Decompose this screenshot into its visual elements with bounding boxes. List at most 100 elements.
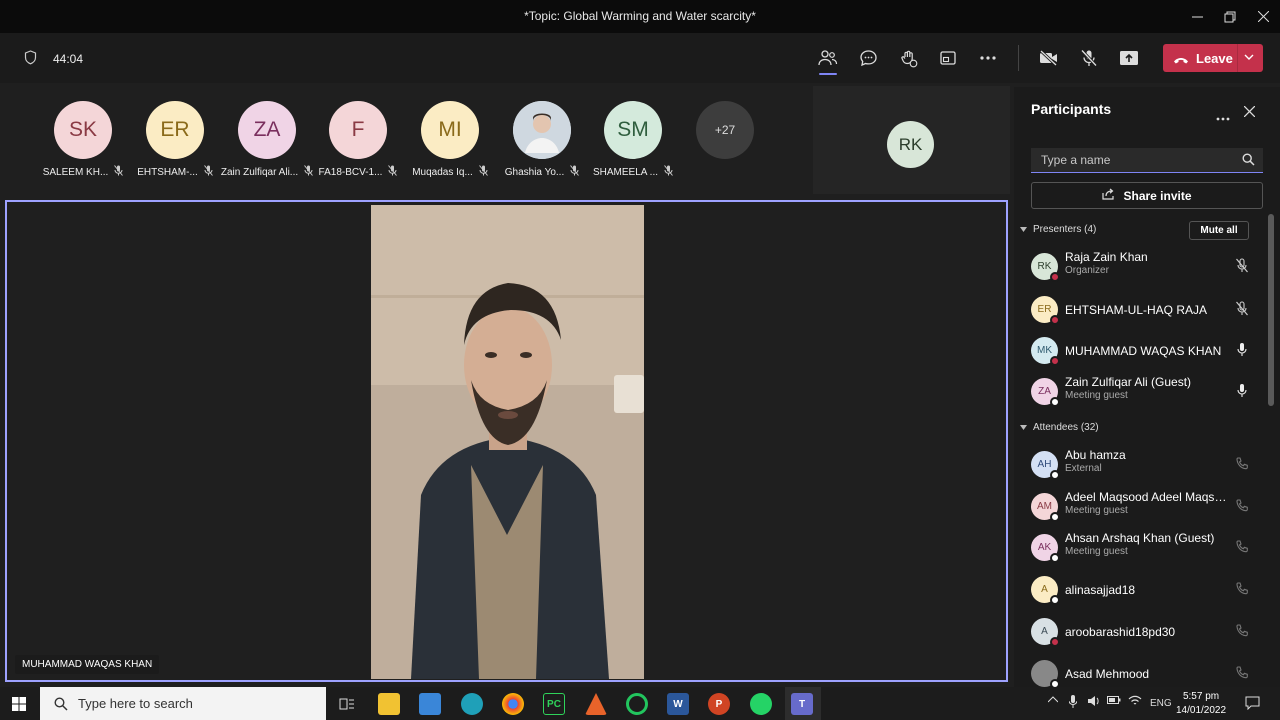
participant-initials: AM bbox=[1037, 501, 1052, 512]
search-icon bbox=[1242, 153, 1255, 171]
participants-button[interactable] bbox=[813, 43, 843, 75]
participant-row[interactable]: RK Raja Zain Khan Organizer bbox=[1031, 246, 1261, 284]
phone-call-icon[interactable] bbox=[1235, 498, 1249, 518]
participant-row[interactable]: ER EHTSHAM-UL-HAQ RAJA bbox=[1031, 289, 1261, 327]
leave-label: Leave bbox=[1196, 50, 1233, 66]
phone-call-icon[interactable] bbox=[1235, 665, 1249, 685]
battery-icon[interactable] bbox=[1107, 695, 1121, 708]
share-screen-button[interactable] bbox=[1114, 43, 1144, 73]
participant-name: Adeel Maqsood Adeel Maqso... bbox=[1065, 490, 1229, 504]
panel-scrollbar[interactable] bbox=[1268, 214, 1274, 406]
language-indicator[interactable]: ENG bbox=[1150, 698, 1172, 709]
gallery-tile[interactable]: SK SALEEM KH... bbox=[38, 101, 128, 179]
mic-muted-icon bbox=[570, 165, 580, 179]
microphone-tray-icon[interactable] bbox=[1068, 695, 1078, 711]
mic-muted-icon[interactable] bbox=[1235, 258, 1249, 278]
leave-divider bbox=[1237, 44, 1238, 72]
maximize-button[interactable] bbox=[1213, 0, 1247, 33]
notifications-icon[interactable] bbox=[1245, 696, 1260, 713]
taskbar-search-box[interactable]: Type here to search bbox=[40, 687, 326, 720]
participants-panel: Participants Type a name Share invite Pr… bbox=[1014, 87, 1280, 689]
reactions-button[interactable] bbox=[893, 43, 923, 73]
mic-muted-icon bbox=[478, 165, 488, 179]
presence-status-dot bbox=[1050, 595, 1060, 605]
mic-icon[interactable] bbox=[1235, 383, 1249, 403]
whatsapp-icon[interactable] bbox=[750, 693, 772, 715]
mic-muted-icon[interactable] bbox=[1235, 301, 1249, 321]
edge-browser-icon[interactable] bbox=[461, 693, 483, 715]
participant-row[interactable]: AM Adeel Maqsood Adeel Maqso... Meeting gu… bbox=[1031, 486, 1261, 524]
chevron-down-icon[interactable] bbox=[1243, 51, 1255, 66]
gallery-tile[interactable]: SM SHAMEELA ... bbox=[588, 101, 678, 179]
task-view-icon[interactable] bbox=[336, 693, 358, 715]
participant-row[interactable]: Aaroobarashid18pd30 bbox=[1031, 611, 1261, 649]
panel-more-icon[interactable] bbox=[1216, 108, 1230, 126]
volume-icon[interactable] bbox=[1087, 695, 1101, 710]
participant-row[interactable]: ZA Zain Zulfiqar Ali (Guest) Meeting guest bbox=[1031, 371, 1261, 409]
tray-chevron-up-icon[interactable] bbox=[1047, 695, 1059, 706]
mute-all-button[interactable]: Mute all bbox=[1189, 221, 1249, 240]
self-view-tile: RK bbox=[813, 86, 1010, 194]
share-icon bbox=[1102, 188, 1115, 203]
windows-start-icon[interactable] bbox=[12, 697, 26, 716]
participant-row[interactable]: Asad Mehmood bbox=[1031, 653, 1261, 691]
more-participants-tile[interactable]: +27 bbox=[696, 101, 754, 159]
phone-call-icon[interactable] bbox=[1235, 623, 1249, 643]
participant-row[interactable]: MK MUHAMMAD WAQAS KHAN bbox=[1031, 330, 1261, 368]
mic-icon[interactable] bbox=[1235, 342, 1249, 362]
participant-initials: A bbox=[1041, 584, 1048, 595]
camera-off-button[interactable] bbox=[1034, 43, 1064, 73]
presence-status-dot bbox=[1050, 272, 1060, 282]
clock-date: 14/01/2022 bbox=[1176, 705, 1227, 716]
file-explorer-icon[interactable] bbox=[378, 693, 400, 715]
caret-down-icon bbox=[1020, 227, 1027, 232]
mic-muted-icon bbox=[203, 165, 213, 179]
close-window-button[interactable] bbox=[1246, 0, 1280, 33]
phone-call-icon[interactable] bbox=[1235, 456, 1249, 476]
gallery-tile[interactable]: F FA18-BCV-1... bbox=[313, 101, 403, 179]
gallery-avatar: MI bbox=[421, 101, 479, 159]
taskbar-search-placeholder: Type here to search bbox=[78, 696, 193, 711]
participant-name: Asad Mehmood bbox=[1065, 667, 1150, 681]
phone-call-icon[interactable] bbox=[1235, 539, 1249, 559]
participant-avatar: A bbox=[1031, 618, 1060, 647]
microsoft-store-icon[interactable] bbox=[419, 693, 441, 715]
participant-name: alinasajjad18 bbox=[1065, 583, 1136, 597]
participant-name: aroobarashid18pd30 bbox=[1065, 625, 1176, 639]
taskbar-clock[interactable]: 5:57 pm 14/01/2022 bbox=[1176, 690, 1226, 718]
word-icon[interactable]: W bbox=[667, 693, 689, 715]
minimize-button[interactable] bbox=[1180, 0, 1214, 33]
app-ring-icon[interactable] bbox=[626, 693, 648, 715]
attendees-section-toggle[interactable]: Attendees (32) bbox=[1020, 422, 1099, 433]
participant-avatar: A bbox=[1031, 576, 1060, 605]
rooms-button[interactable] bbox=[933, 43, 963, 73]
presenters-section-toggle[interactable]: Presenters (4) bbox=[1020, 224, 1096, 235]
wifi-icon[interactable] bbox=[1128, 695, 1142, 709]
more-actions-button[interactable] bbox=[973, 43, 1003, 73]
gallery-tile[interactable]: ER EHTSHAM-... bbox=[130, 101, 220, 179]
gallery-tile[interactable]: Ghashia Yo... bbox=[497, 101, 587, 179]
gallery-tile[interactable]: ZA Zain Zulfiqar Ali... bbox=[221, 101, 314, 179]
phone-call-icon[interactable] bbox=[1235, 581, 1249, 601]
spotlight-video-frame[interactable]: MUHAMMAD WAQAS KHAN bbox=[5, 200, 1008, 682]
presence-status-dot bbox=[1050, 397, 1060, 407]
participant-row[interactable]: Aalinasajjad18 bbox=[1031, 569, 1261, 607]
participant-row[interactable]: AH Abu hamza External bbox=[1031, 444, 1261, 482]
participant-initials: AH bbox=[1037, 459, 1052, 470]
chrome-icon[interactable] bbox=[502, 693, 524, 715]
mic-muted-icon bbox=[388, 165, 398, 179]
close-icon[interactable] bbox=[1243, 104, 1256, 122]
powerpoint-icon[interactable]: P bbox=[708, 693, 730, 715]
participant-row[interactable]: AK Ahsan Arshaq Khan (Guest) Meeting guest bbox=[1031, 527, 1261, 565]
panel-title: Participants bbox=[1031, 101, 1112, 117]
leave-button[interactable]: Leave bbox=[1163, 44, 1263, 72]
participant-avatar: AM bbox=[1031, 493, 1060, 522]
matlab-icon[interactable] bbox=[585, 693, 607, 715]
participant-search-input[interactable]: Type a name bbox=[1031, 148, 1263, 173]
share-invite-button[interactable]: Share invite bbox=[1031, 182, 1263, 209]
mic-muted-button[interactable] bbox=[1074, 43, 1104, 73]
gallery-tile[interactable]: MI Muqadas Iq... bbox=[405, 101, 495, 179]
pycharm-icon[interactable]: PC bbox=[543, 693, 565, 715]
gallery-name-row: FA18-BCV-1... bbox=[313, 165, 403, 179]
chat-button[interactable] bbox=[853, 43, 883, 73]
